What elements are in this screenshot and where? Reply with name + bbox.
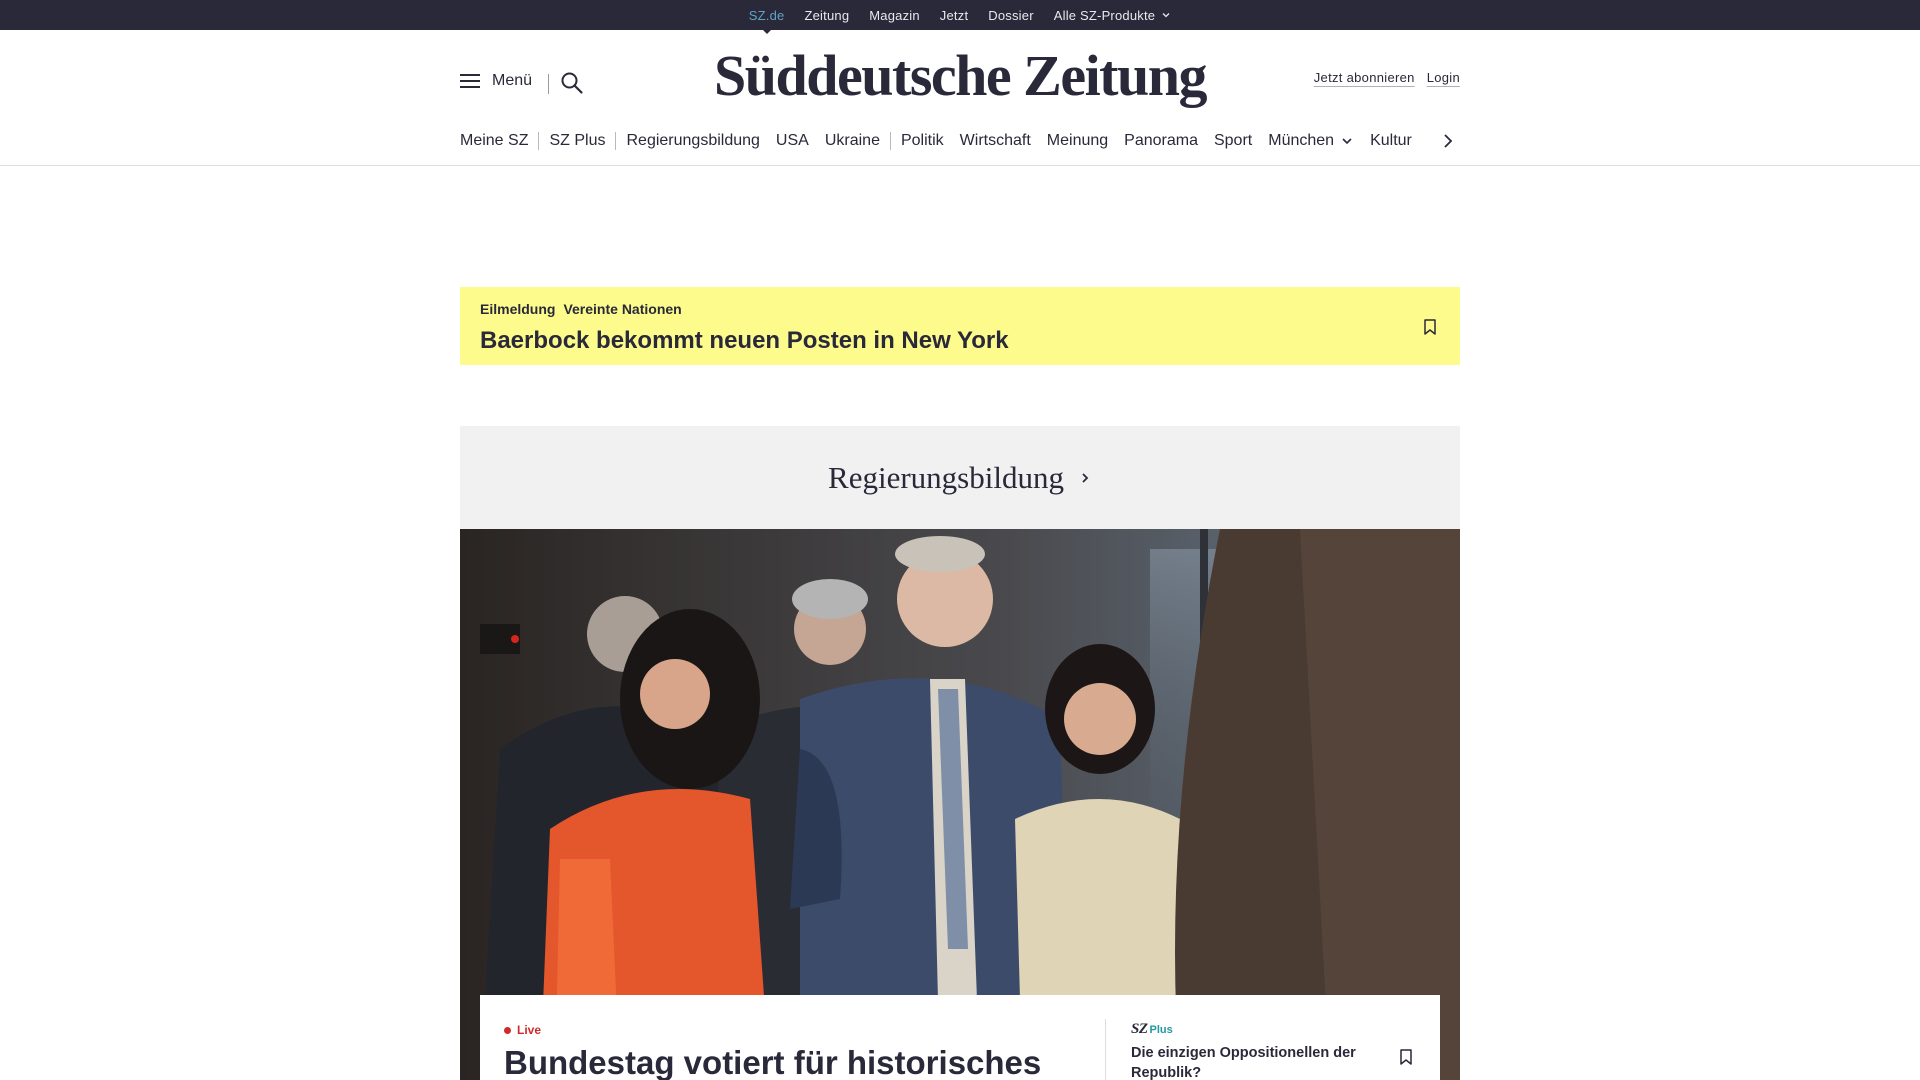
product-link-jetzt[interactable]: Jetzt (940, 8, 968, 23)
main-nav: Meine SZ SZ Plus Regierungsbildung USA U… (460, 126, 1460, 156)
breaking-topic: Vereinte Nationen (563, 301, 682, 317)
chevron-down-icon (1162, 13, 1170, 18)
nav-item-ukraine[interactable]: Ukraine (825, 132, 880, 150)
section-header[interactable]: Regierungsbildung (460, 426, 1460, 529)
nav-item-kultur[interactable]: Kultur (1370, 132, 1412, 150)
nav-item-panorama[interactable]: Panorama (1124, 132, 1198, 150)
product-link-zeitung[interactable]: Zeitung (804, 8, 849, 23)
bookmark-icon[interactable] (1420, 317, 1440, 337)
bookmark-icon[interactable] (1396, 1047, 1416, 1067)
nav-separator (889, 132, 891, 150)
breaking-tags: Eilmeldung Vereinte Nationen (480, 301, 1440, 317)
nav-item-politik[interactable]: Politik (901, 132, 944, 150)
login-link[interactable]: Login (1427, 70, 1460, 85)
breaking-headline[interactable]: Baerbock bekommt neuen Posten in New Yor… (480, 327, 1440, 355)
product-link-szde[interactable]: SZ.de (749, 8, 785, 23)
nav-item-muenchen[interactable]: München (1268, 132, 1354, 150)
product-link-dossier[interactable]: Dossier (988, 8, 1033, 23)
nav-divider (0, 165, 1920, 166)
nav-item-sz-plus[interactable]: SZ Plus (549, 132, 605, 150)
chevron-right-icon[interactable] (1436, 129, 1460, 153)
subscribe-link[interactable]: Jetzt abonnieren (1314, 70, 1415, 85)
product-link-magazin[interactable]: Magazin (869, 8, 920, 23)
nav-item-usa[interactable]: USA (776, 132, 809, 150)
side-teaser-headline[interactable]: Die einzigen Oppositionellen der Republi… (1131, 1043, 1391, 1080)
live-label: Live (517, 1023, 542, 1037)
nav-item-sport[interactable]: Sport (1214, 132, 1252, 150)
nav-item-meine-sz[interactable]: Meine SZ (460, 132, 528, 150)
teaser-divider (1105, 1019, 1106, 1080)
sz-plus-suffix: Plus (1149, 1024, 1173, 1036)
sz-plus-logo: SZ (1131, 1021, 1148, 1037)
live-dot-icon (504, 1026, 511, 1034)
account-links: Jetzt abonnieren Login (1314, 70, 1460, 85)
product-links: SZ.de Zeitung Magazin Jetzt Dossier Alle… (0, 0, 1920, 30)
breaking-label: Eilmeldung (480, 301, 556, 317)
chevron-right-icon (1082, 472, 1089, 483)
chevron-down-icon (1342, 138, 1352, 145)
nav-item-wirtschaft[interactable]: Wirtschaft (960, 132, 1031, 150)
site-logo[interactable]: Süddeutsche Zeitung (460, 44, 1460, 108)
masthead: Menü Süddeutsche Zeitung Jetzt abonniere… (460, 30, 1460, 136)
nav-item-meinung[interactable]: Meinung (1047, 132, 1108, 150)
teaser-card[interactable]: Live Bundestag votiert für historisches … (480, 995, 1440, 1080)
section-title: Regierungsbildung (828, 459, 1064, 495)
nav-separator (615, 132, 617, 150)
nav-item-muenchen-label: München (1268, 132, 1335, 149)
nav-item-regierungsbildung[interactable]: Regierungsbildung (626, 132, 759, 150)
all-products-label: Alle SZ-Produkte (1053, 7, 1156, 23)
sz-plus-badge: SZ Plus (1131, 1021, 1173, 1038)
product-link-all-products[interactable]: Alle SZ-Produkte (1054, 8, 1171, 23)
product-bar: SZ.de Zeitung Magazin Jetzt Dossier Alle… (0, 0, 1920, 30)
teaser-headline[interactable]: Bundestag votiert für historisches (504, 1044, 1041, 1080)
breaking-news-banner[interactable]: Eilmeldung Vereinte Nationen Baerbock be… (460, 287, 1460, 365)
nav-separator (538, 132, 540, 150)
live-badge: Live (504, 1023, 541, 1037)
